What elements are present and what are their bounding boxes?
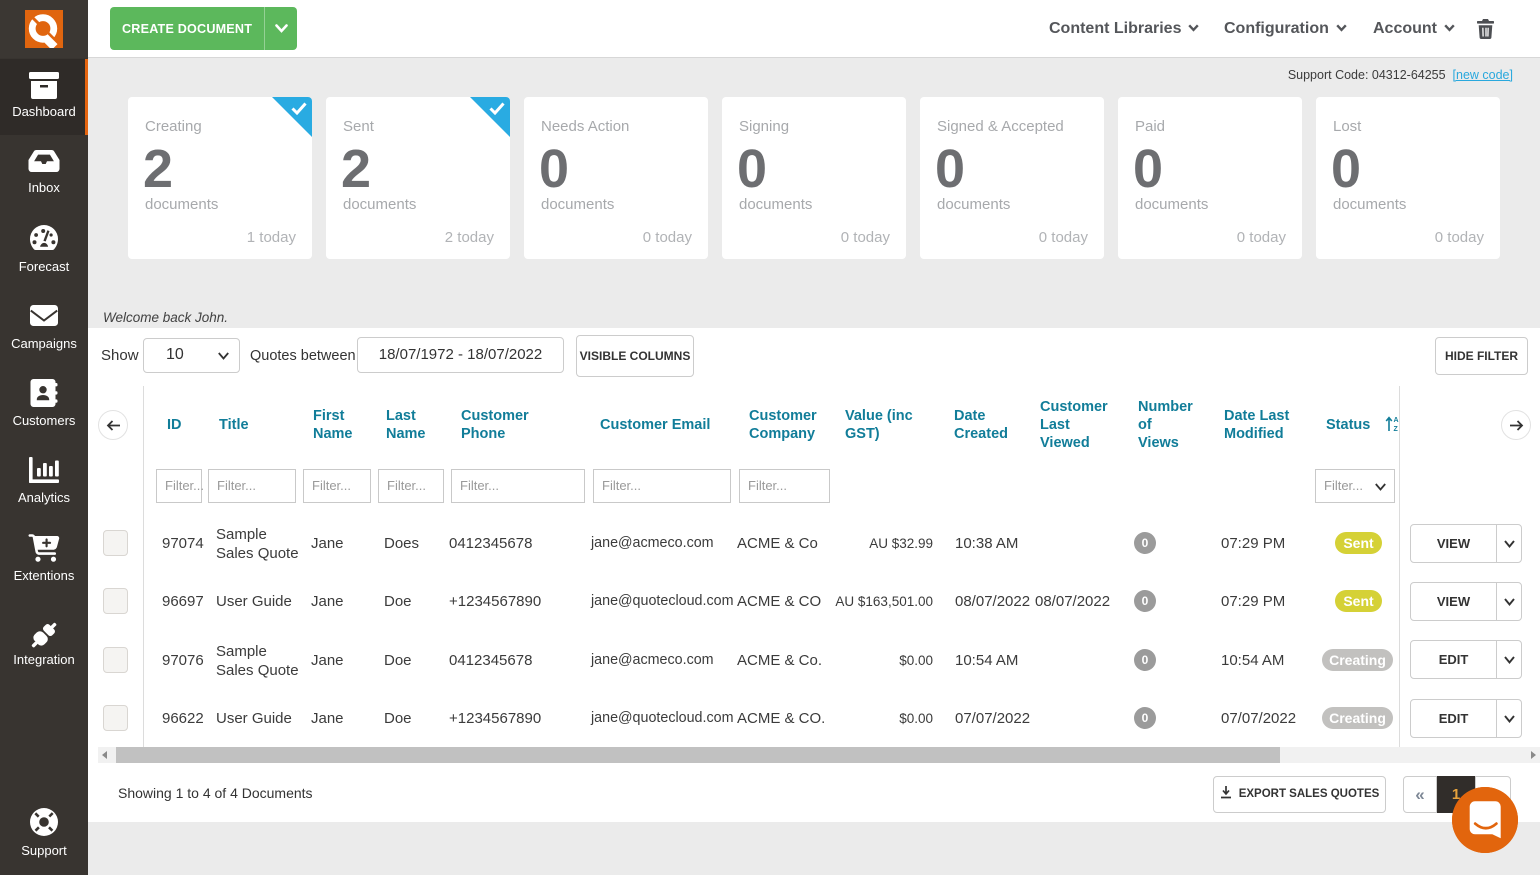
- svg-text:A: A: [1394, 417, 1399, 424]
- svg-text:Z: Z: [1394, 426, 1399, 433]
